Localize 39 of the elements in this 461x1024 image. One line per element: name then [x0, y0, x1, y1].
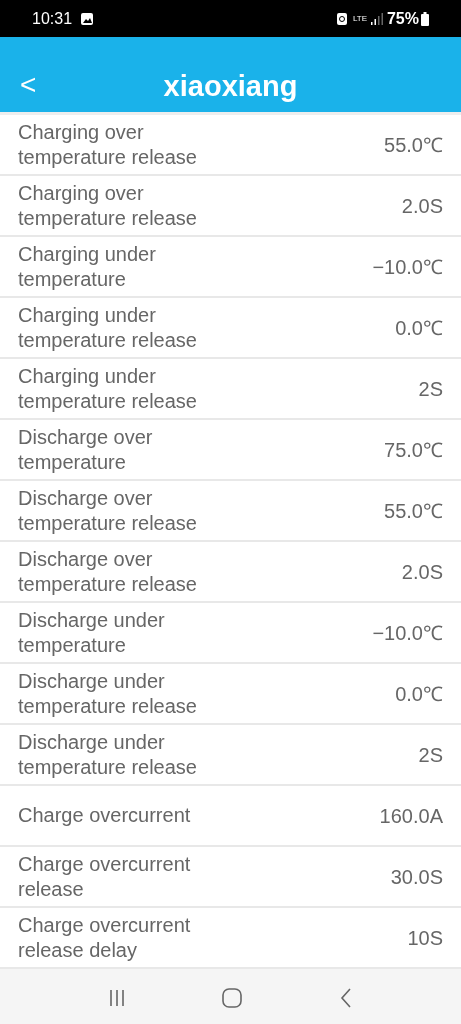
status-time: 10:31 — [32, 8, 73, 29]
setting-value: 30.0S — [390, 864, 443, 890]
back-icon[interactable] — [340, 988, 353, 1008]
setting-value: 2.0S — [401, 193, 443, 219]
setting-label: Charge overcurrent release — [18, 851, 192, 902]
setting-value: 0.0℃ — [395, 315, 443, 341]
back-button[interactable]: < — [20, 71, 37, 99]
image-icon — [80, 11, 95, 26]
setting-label: Charging under temperature release — [18, 363, 198, 414]
home-icon[interactable] — [222, 988, 243, 1008]
setting-value: 10S — [407, 925, 443, 951]
battery-icon — [421, 11, 429, 26]
setting-value: 160.0A — [379, 803, 443, 829]
recent-apps-icon[interactable] — [108, 989, 125, 1007]
battery-percent: 75% — [386, 8, 419, 29]
setting-label: Discharge under temperature — [18, 607, 166, 658]
setting-value: 55.0℃ — [384, 132, 443, 158]
setting-value: 0.0℃ — [395, 681, 443, 707]
setting-label: Discharge over temperature release — [18, 485, 198, 536]
setting-label: Charging under temperature — [18, 241, 157, 292]
setting-label: Charging over temperature release — [18, 180, 198, 231]
setting-value: 2S — [418, 742, 443, 768]
setting-value: 2S — [418, 376, 443, 402]
network-type: LTE — [352, 12, 367, 25]
setting-label: Discharge over temperature release — [18, 546, 198, 597]
setting-label: Discharge over temperature — [18, 424, 154, 475]
setting-label: Discharge under temperature release — [18, 729, 198, 780]
setting-value: 55.0℃ — [384, 498, 443, 524]
page-title: xiaoxiang — [163, 68, 298, 104]
setting-value: 75.0℃ — [384, 437, 443, 463]
setting-label: Charge overcurrent — [18, 803, 192, 828]
setting-label: Charging over temperature release — [18, 119, 198, 170]
setting-label: Discharge under temperature release — [18, 668, 198, 719]
setting-value: 2.0S — [401, 559, 443, 585]
setting-value: −10.0℃ — [372, 254, 443, 280]
signal-icon — [370, 12, 383, 25]
setting-label: Charging under temperature release — [18, 302, 198, 353]
setting-label: Charge overcurrent release delay — [18, 912, 192, 963]
setting-value: −10.0℃ — [372, 620, 443, 646]
